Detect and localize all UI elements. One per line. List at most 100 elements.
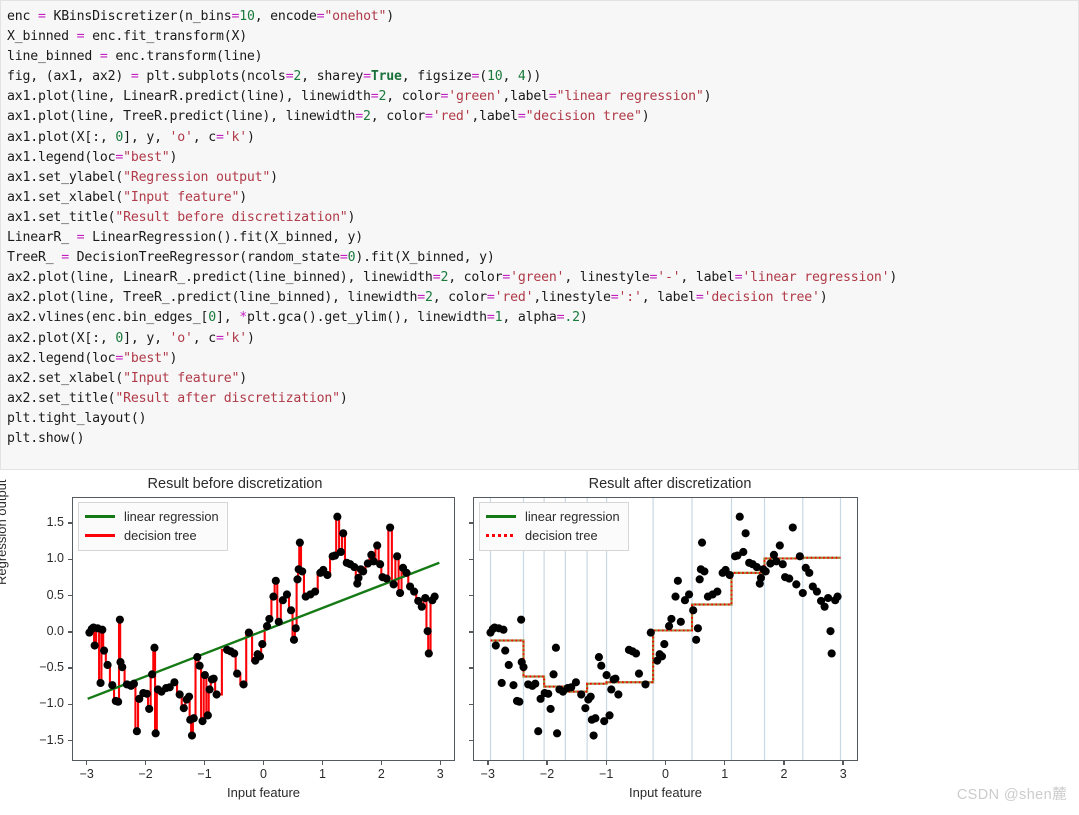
data-point: [741, 529, 750, 538]
code-line: ax2.vlines(enc.bin_edges_[0], *plt.gca()…: [7, 310, 588, 326]
legend-item: decision tree: [85, 526, 219, 545]
data-point: [756, 573, 766, 582]
code-line: ax2.set_xlabel("Input feature"): [7, 370, 247, 386]
data-point: [515, 697, 524, 706]
y-tick-mark: [68, 703, 72, 706]
data-point: [827, 649, 836, 658]
code-line: TreeR_ = DecisionTreeRegressor(random_st…: [7, 250, 495, 266]
code-line: plt.tight_layout(): [7, 410, 147, 426]
x-tick-label: 3: [436, 767, 444, 781]
data-point: [824, 593, 833, 603]
y-tick-mark: [469, 739, 473, 742]
data-point: [805, 568, 814, 577]
data-point: [115, 615, 124, 624]
code-line: fig, (ax1, ax2) = plt.subplots(ncols=2, …: [7, 69, 542, 85]
legend-label: linear regression: [525, 509, 620, 524]
legend-after: linear regression decision tree: [479, 502, 629, 551]
data-point: [589, 731, 598, 740]
data-point: [187, 731, 197, 740]
data-point: [602, 670, 611, 680]
data-point: [785, 574, 794, 583]
x-tick-mark: [85, 761, 88, 765]
data-point: [607, 685, 616, 694]
x-tick-label: −2: [138, 767, 153, 781]
data-point: [549, 670, 558, 679]
data-point: [798, 588, 807, 598]
y-tick-mark: [469, 594, 473, 597]
x-tick-mark: [144, 761, 147, 765]
data-point: [132, 727, 141, 736]
x-tick-label: 0: [662, 767, 669, 781]
data-point: [393, 552, 402, 561]
x-axis-label-after: Input feature: [629, 785, 702, 800]
data-point: [833, 592, 842, 601]
code-line: ax2.plot(X[:, 0], y, 'o', c='k'): [7, 330, 255, 346]
data-point: [376, 560, 385, 569]
data-point: [795, 552, 804, 561]
data-point: [103, 660, 112, 670]
x-tick-label: 1: [318, 767, 326, 781]
x-tick-mark: [605, 761, 608, 765]
y-tick-mark: [469, 703, 473, 706]
legend-line-icon: [85, 515, 115, 518]
data-point: [108, 681, 117, 690]
data-point: [258, 640, 267, 649]
data-point: [546, 704, 555, 713]
x-tick-label: −3: [480, 767, 495, 781]
y-tick-mark: [68, 522, 72, 524]
data-point: [594, 653, 603, 662]
data-point: [597, 661, 606, 670]
code-line: X_binned = enc.fit_transform(X): [7, 29, 247, 45]
legend-label: decision tree: [525, 528, 598, 543]
data-point: [193, 653, 202, 662]
x-tick-mark: [262, 761, 265, 765]
data-point: [551, 643, 560, 652]
x-tick-mark: [783, 761, 785, 765]
x-tick-mark: [487, 761, 489, 765]
y-tick-mark: [68, 667, 72, 669]
data-point: [684, 590, 694, 599]
data-point: [170, 678, 179, 687]
x-tick-mark: [203, 761, 206, 765]
legend-before: linear regression decision tree: [78, 502, 228, 551]
data-point: [571, 678, 581, 687]
data-point: [664, 622, 674, 631]
data-point: [286, 606, 296, 615]
data-point: [96, 678, 105, 688]
code-block: enc = KBinsDiscretizer(n_bins=10, encode…: [0, 0, 1079, 470]
data-point: [430, 592, 439, 601]
data-point: [676, 617, 685, 626]
data-point: [175, 690, 184, 699]
data-point: [333, 512, 342, 521]
y-tick-mark: [68, 739, 72, 742]
y-tick-label: 0.0: [46, 623, 64, 638]
data-point: [497, 678, 506, 688]
code-line: ax2.plot(line, LinearR_.predict(line_bin…: [7, 270, 898, 286]
data-point: [611, 674, 620, 683]
code-line: ax2.set_title("Result after discretizati…: [7, 390, 348, 406]
data-point: [657, 652, 667, 661]
chart-title-before: Result before discretization: [147, 476, 323, 492]
data-point: [534, 727, 543, 736]
data-point: [519, 663, 528, 672]
y-tick-mark: [469, 667, 473, 669]
data-point: [244, 628, 253, 637]
y-tick-label: −1.0: [39, 696, 64, 711]
data-point: [499, 625, 508, 634]
data-point: [689, 606, 698, 615]
data-point: [667, 614, 676, 623]
chart-title-after: Result after discretization: [588, 476, 752, 492]
data-point: [195, 661, 204, 670]
data-point: [761, 567, 770, 576]
data-point: [417, 602, 426, 611]
data-point: [142, 689, 151, 698]
code-line: ax1.set_title("Result before discretizat…: [7, 209, 356, 225]
data-point: [501, 646, 510, 655]
code-line: ax1.plot(line, TreeR.predict(line), line…: [7, 109, 650, 125]
data-point: [402, 568, 411, 577]
data-point: [673, 576, 682, 585]
code-lines: enc = KBinsDiscretizer(n_bins=10, encode…: [7, 7, 1078, 449]
x-tick-label: −1: [197, 767, 212, 781]
data-point: [725, 570, 734, 580]
data-point: [660, 640, 669, 649]
